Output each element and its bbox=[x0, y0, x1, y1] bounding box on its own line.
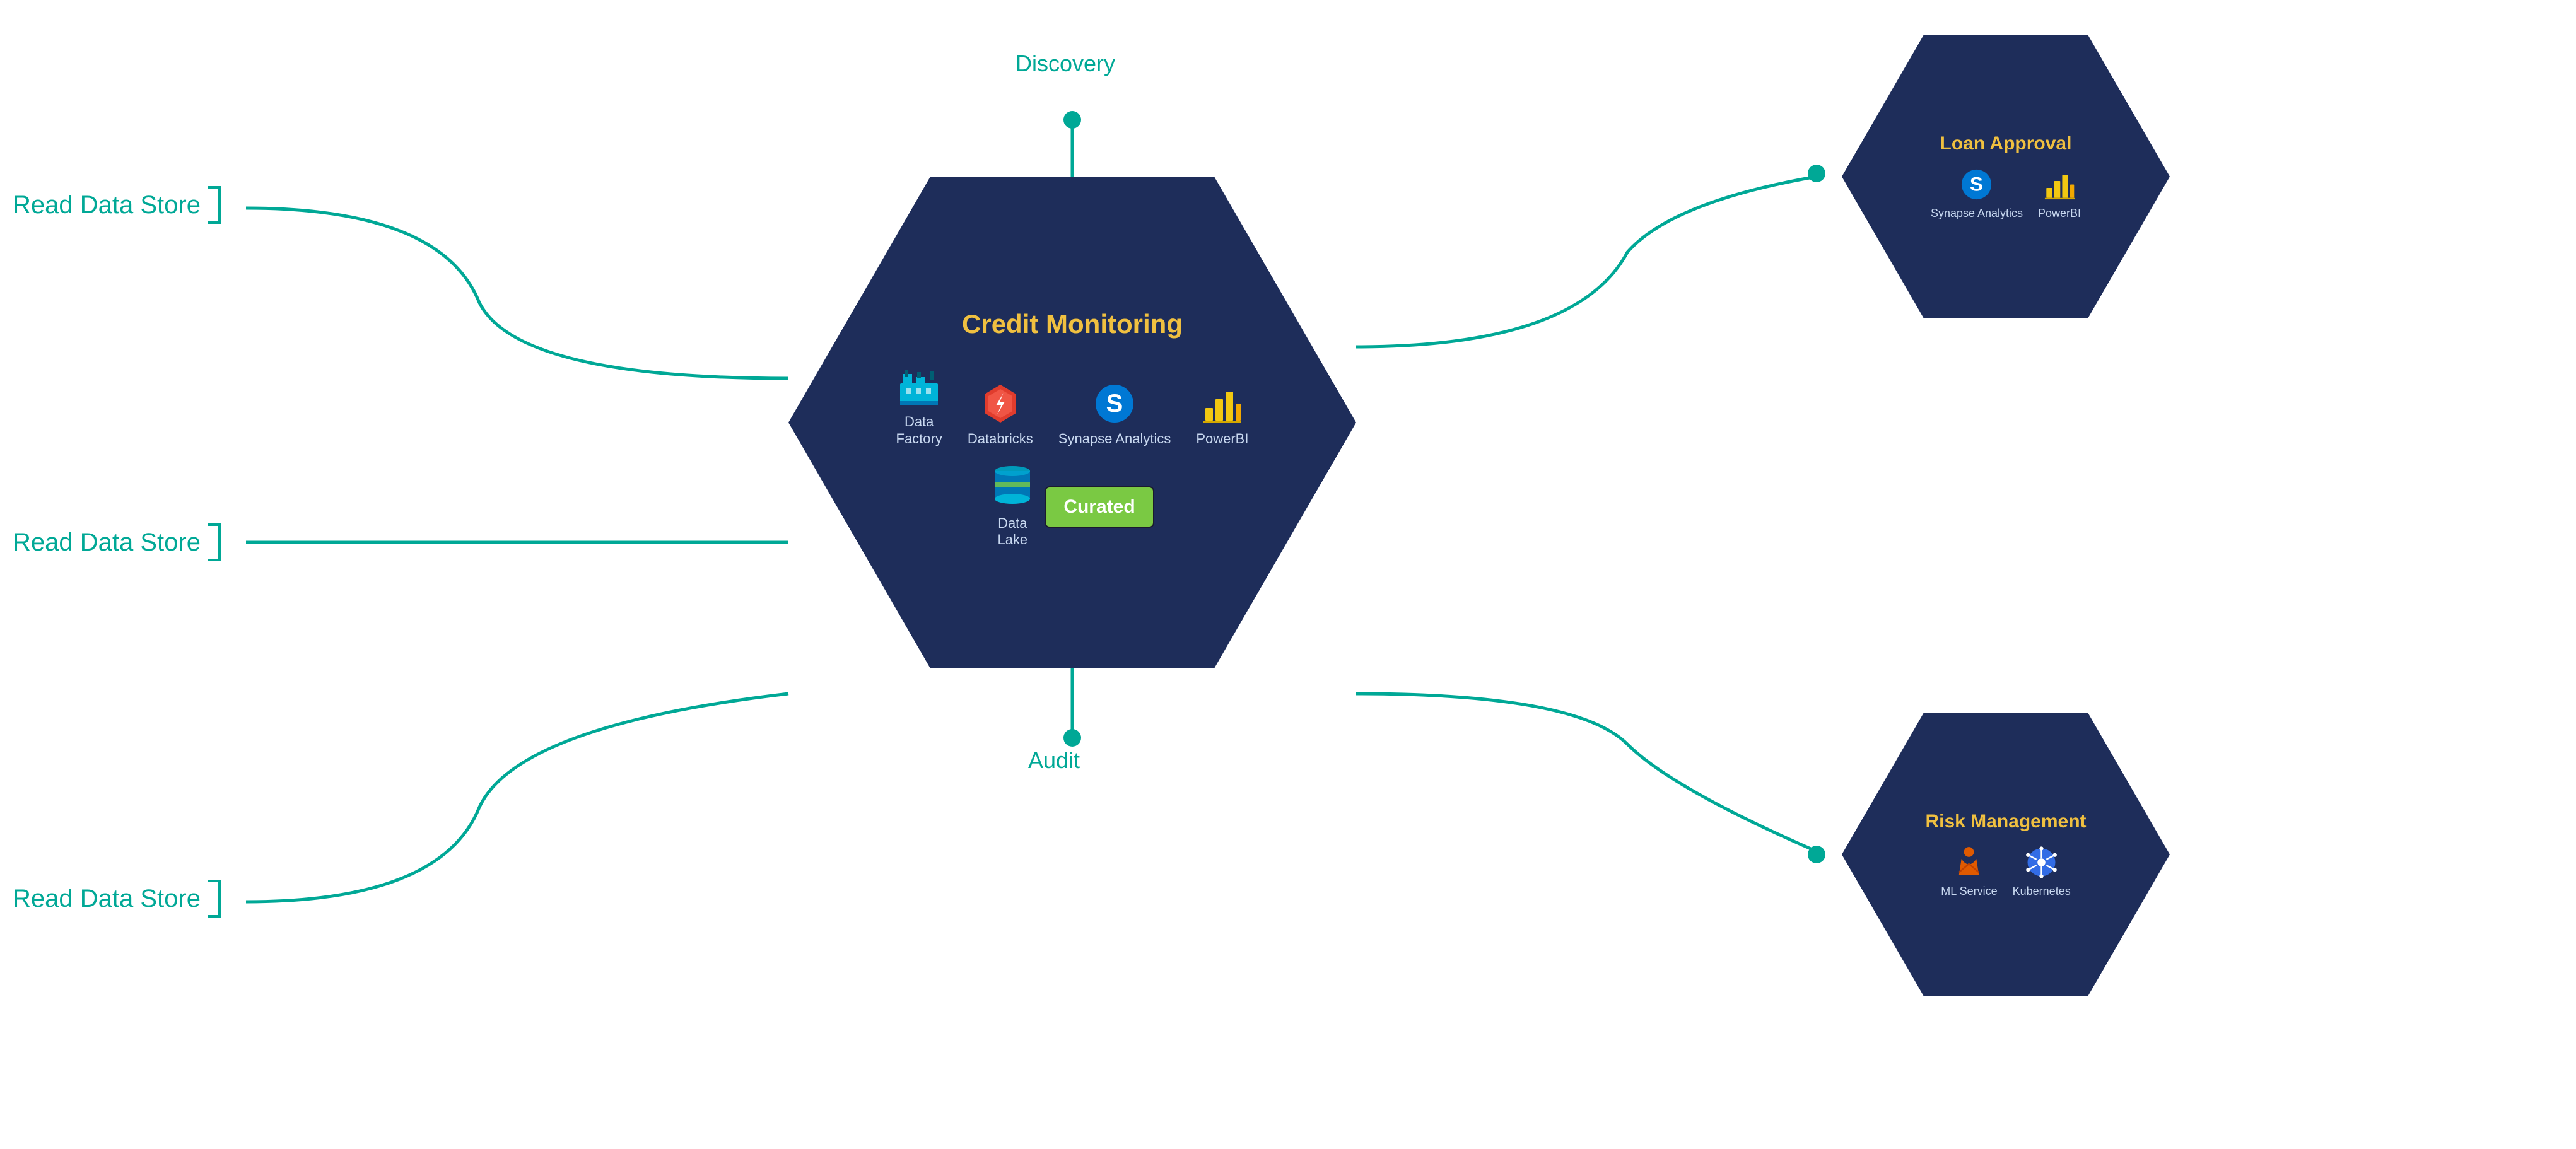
datalake-item: DataLake bbox=[990, 460, 1034, 549]
risk-management-icons: ML Service bbox=[1941, 845, 2070, 899]
datalake-icon bbox=[990, 460, 1034, 510]
loan-synapse-item: S Synapse Analytics bbox=[1931, 167, 2023, 221]
bracket-mid bbox=[208, 523, 221, 561]
datalake-group: DataLake Curated bbox=[990, 460, 1154, 549]
risk-management-hex: Risk Management ML Service bbox=[1842, 713, 2170, 996]
data-factory-icon bbox=[897, 365, 941, 409]
ml-service-label: ML Service bbox=[1941, 885, 1997, 899]
ml-service-icon bbox=[1952, 845, 1986, 880]
powerbi-item: PowerBI bbox=[1196, 382, 1248, 447]
read-store-top: Read Data Store bbox=[13, 186, 221, 224]
kubernetes-label: Kubernetes bbox=[2013, 885, 2071, 899]
center-hex-title: Credit Monitoring bbox=[962, 309, 1183, 339]
synapse-item: S Synapse Analytics bbox=[1058, 382, 1171, 447]
read-store-bot-label: Read Data Store bbox=[13, 885, 201, 913]
kubernetes-icon bbox=[2024, 845, 2059, 880]
datalake-label: DataLake bbox=[997, 515, 1027, 549]
synapse-label: Synapse Analytics bbox=[1058, 431, 1171, 447]
databricks-label: Databricks bbox=[968, 431, 1033, 447]
powerbi-label: PowerBI bbox=[1196, 431, 1248, 447]
loan-synapse-icon: S bbox=[1959, 167, 1994, 202]
svg-text:S: S bbox=[1970, 173, 1984, 195]
discovery-label: Discovery bbox=[1016, 50, 1115, 77]
curated-badge: Curated bbox=[1045, 486, 1154, 528]
loan-powerbi-icon bbox=[2042, 167, 2077, 202]
tools-row-1: DataFactory Databricks bbox=[896, 365, 1249, 447]
read-store-bot: Read Data Store bbox=[13, 880, 221, 918]
audit-label: Audit bbox=[1028, 747, 1080, 774]
ml-service-item: ML Service bbox=[1941, 845, 1997, 899]
synapse-analytics-icon: S bbox=[1092, 382, 1137, 426]
tools-row-2: DataLake Curated bbox=[990, 460, 1154, 549]
read-store-top-label: Read Data Store bbox=[13, 191, 201, 219]
center-hex-shape: Credit Monitoring bbox=[788, 177, 1356, 668]
loan-approval-icons: S Synapse Analytics PowerBI bbox=[1931, 167, 2081, 221]
databricks-item: Databricks bbox=[968, 382, 1033, 447]
risk-management-title: Risk Management bbox=[1925, 811, 2086, 832]
bracket-top bbox=[208, 186, 221, 224]
data-factory-item: DataFactory bbox=[896, 365, 942, 447]
loan-approval-hex-shape: Loan Approval S Synapse Analytics bbox=[1842, 35, 2170, 318]
powerbi-icon bbox=[1200, 382, 1244, 426]
read-store-mid-label: Read Data Store bbox=[13, 528, 201, 557]
loan-synapse-label: Synapse Analytics bbox=[1931, 207, 2023, 221]
loan-powerbi-label: PowerBI bbox=[2038, 207, 2081, 221]
data-factory-label: DataFactory bbox=[896, 414, 942, 447]
risk-management-hex-shape: Risk Management ML Service bbox=[1842, 713, 2170, 996]
loan-powerbi-item: PowerBI bbox=[2038, 167, 2081, 221]
databricks-icon bbox=[978, 382, 1022, 426]
center-hex: Credit Monitoring bbox=[788, 177, 1356, 668]
loan-approval-hex: Loan Approval S Synapse Analytics bbox=[1842, 35, 2170, 318]
bracket-bot bbox=[208, 880, 221, 918]
svg-text:S: S bbox=[1106, 390, 1123, 417]
loan-approval-title: Loan Approval bbox=[1940, 133, 2072, 155]
kubernetes-item: Kubernetes bbox=[2013, 845, 2071, 899]
read-store-mid: Read Data Store bbox=[13, 523, 221, 561]
